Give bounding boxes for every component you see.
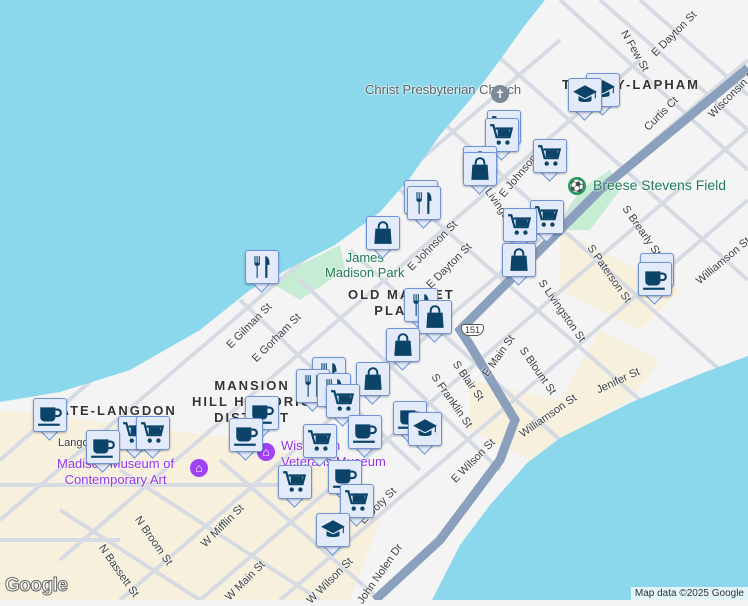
graduation-icon [568,78,602,112]
cart-icon [303,424,337,458]
map-marker-bag[interactable] [418,300,452,344]
bag-icon [418,300,452,334]
stadium-icon[interactable]: ⚽ [568,177,586,195]
google-logo[interactable]: Google [4,575,68,597]
restaurant-icon [407,186,441,220]
map-marker-coffee[interactable] [348,415,382,459]
coffee-icon [86,430,120,464]
museum-icon[interactable]: ⌂ [190,459,208,477]
coffee-icon [33,398,67,432]
map-marker-bag[interactable] [463,152,497,196]
map-marker-cart[interactable] [278,465,312,509]
restaurant-icon [245,250,279,284]
map-marker-graduation[interactable] [568,78,602,122]
map-marker-graduation[interactable] [408,412,442,456]
coffee-icon [229,418,263,452]
map-marker-restaurant[interactable] [407,186,441,230]
map-marker-coffee[interactable] [638,262,672,306]
map-marker-bag[interactable] [502,243,536,287]
map-marker-bag[interactable] [356,362,390,406]
bag-icon [463,152,497,186]
graduation-icon [408,412,442,446]
map-marker-cart[interactable] [136,416,170,460]
map-marker-cart[interactable] [533,139,567,183]
map-marker-restaurant[interactable] [245,250,279,294]
church-icon[interactable]: ✝ [491,85,509,103]
map-marker-bag[interactable] [366,216,400,260]
graduation-icon [316,513,350,547]
coffee-icon [638,262,672,296]
bag-icon [356,362,390,396]
cart-icon [326,384,360,418]
cart-icon [278,465,312,499]
cart-icon [136,416,170,450]
cart-icon [533,139,567,173]
bag-icon [386,328,420,362]
cart-icon [503,208,537,242]
map-attribution[interactable]: Map data ©2025 Google [630,587,748,600]
field-label[interactable]: Breese Stevens Field [593,178,726,193]
map-marker-bag[interactable] [386,328,420,372]
map-marker-coffee[interactable] [86,430,120,474]
map-marker-coffee[interactable] [33,398,67,442]
bag-icon [366,216,400,250]
map-marker-coffee[interactable] [229,418,263,462]
map-marker-graduation[interactable] [316,513,350,557]
coffee-icon [348,415,382,449]
route-151-shield: 151 [461,324,485,336]
bag-icon [502,243,536,277]
